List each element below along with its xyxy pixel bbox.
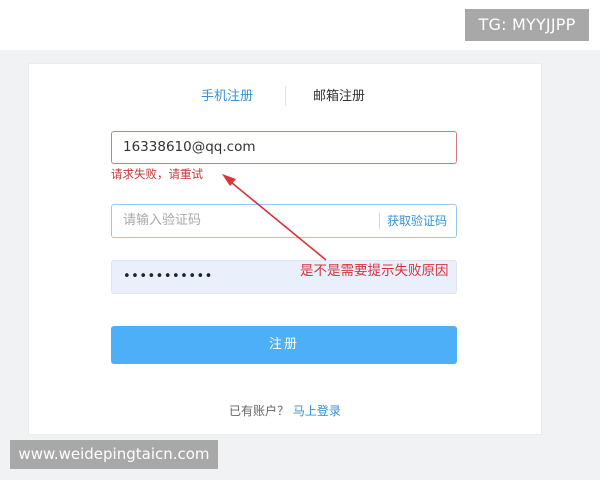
login-prompt: 已有账户？ 马上登录: [229, 402, 341, 420]
annotation-text: 是不是需要提示失败原因: [300, 263, 449, 279]
tab-divider: [285, 86, 286, 106]
tab-phone-register[interactable]: 手机注册: [201, 86, 253, 108]
login-link[interactable]: 马上登录: [293, 404, 341, 418]
error-message: 请求失败，请重试: [111, 167, 203, 181]
page: TG: MYYJJPP 手机注册 邮箱注册 16338610@qq.com 请求…: [0, 0, 600, 480]
password-dots: •••••••••••: [123, 269, 213, 284]
email-value: 16338610@qq.com: [123, 139, 256, 155]
verification-code-field[interactable]: 请输入验证码 获取验证码: [111, 204, 457, 238]
register-button[interactable]: 注册: [111, 326, 457, 364]
register-card: [28, 63, 542, 435]
tab-email-register[interactable]: 邮箱注册: [313, 86, 365, 108]
code-placeholder: 请输入验证码: [123, 213, 202, 228]
email-field[interactable]: 16338610@qq.com: [111, 131, 457, 164]
tg-badge: TG: MYYJJPP: [465, 9, 589, 41]
code-separator: [379, 213, 380, 229]
get-code-button[interactable]: 获取验证码: [387, 205, 447, 237]
login-prompt-text: 已有账户？: [229, 404, 290, 418]
watermark: www.weidepingtaicn.com: [10, 440, 218, 469]
